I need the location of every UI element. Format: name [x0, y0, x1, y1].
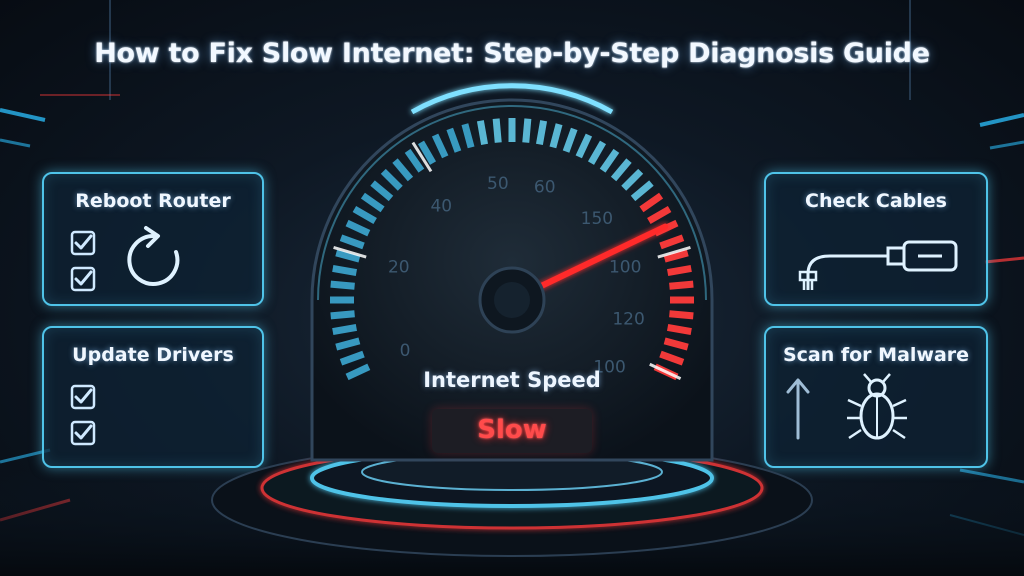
- gauge-tick: [332, 264, 358, 277]
- gauge-tick: [669, 310, 694, 320]
- speed-status: Slow: [477, 415, 547, 445]
- gauge-scale-label: 150: [581, 209, 613, 229]
- gauge-scale-label: 0: [400, 341, 411, 361]
- gauge-scale-label: 20: [388, 258, 410, 278]
- gauge-tick: [535, 120, 548, 146]
- gauge-tick: [669, 280, 694, 290]
- speed-status-box: Slow: [432, 409, 592, 453]
- gauge-scale-label: 120: [612, 309, 644, 329]
- gauge-tick: [330, 310, 355, 320]
- infographic-scene: How to Fix Slow Internet: Step-by-Step D…: [0, 0, 1024, 576]
- gauge-scale-label: 40: [430, 197, 452, 217]
- gauge-tick: [666, 264, 692, 277]
- gauge-tick: [332, 323, 358, 336]
- gauge-scale-label: 50: [487, 174, 509, 194]
- gauge-scale-label: 100: [609, 258, 641, 278]
- internet-speed-label: Internet Speed: [423, 368, 601, 392]
- gauge-tick: [522, 118, 532, 143]
- gauge-scale-label: 60: [534, 178, 556, 198]
- gauge-tick: [476, 120, 489, 146]
- gauge-tick: [666, 323, 692, 336]
- speed-gauge: 0204050 60150100120100: [211, 83, 813, 557]
- gauge-tick: [492, 118, 502, 143]
- gauge-tick: [330, 280, 355, 290]
